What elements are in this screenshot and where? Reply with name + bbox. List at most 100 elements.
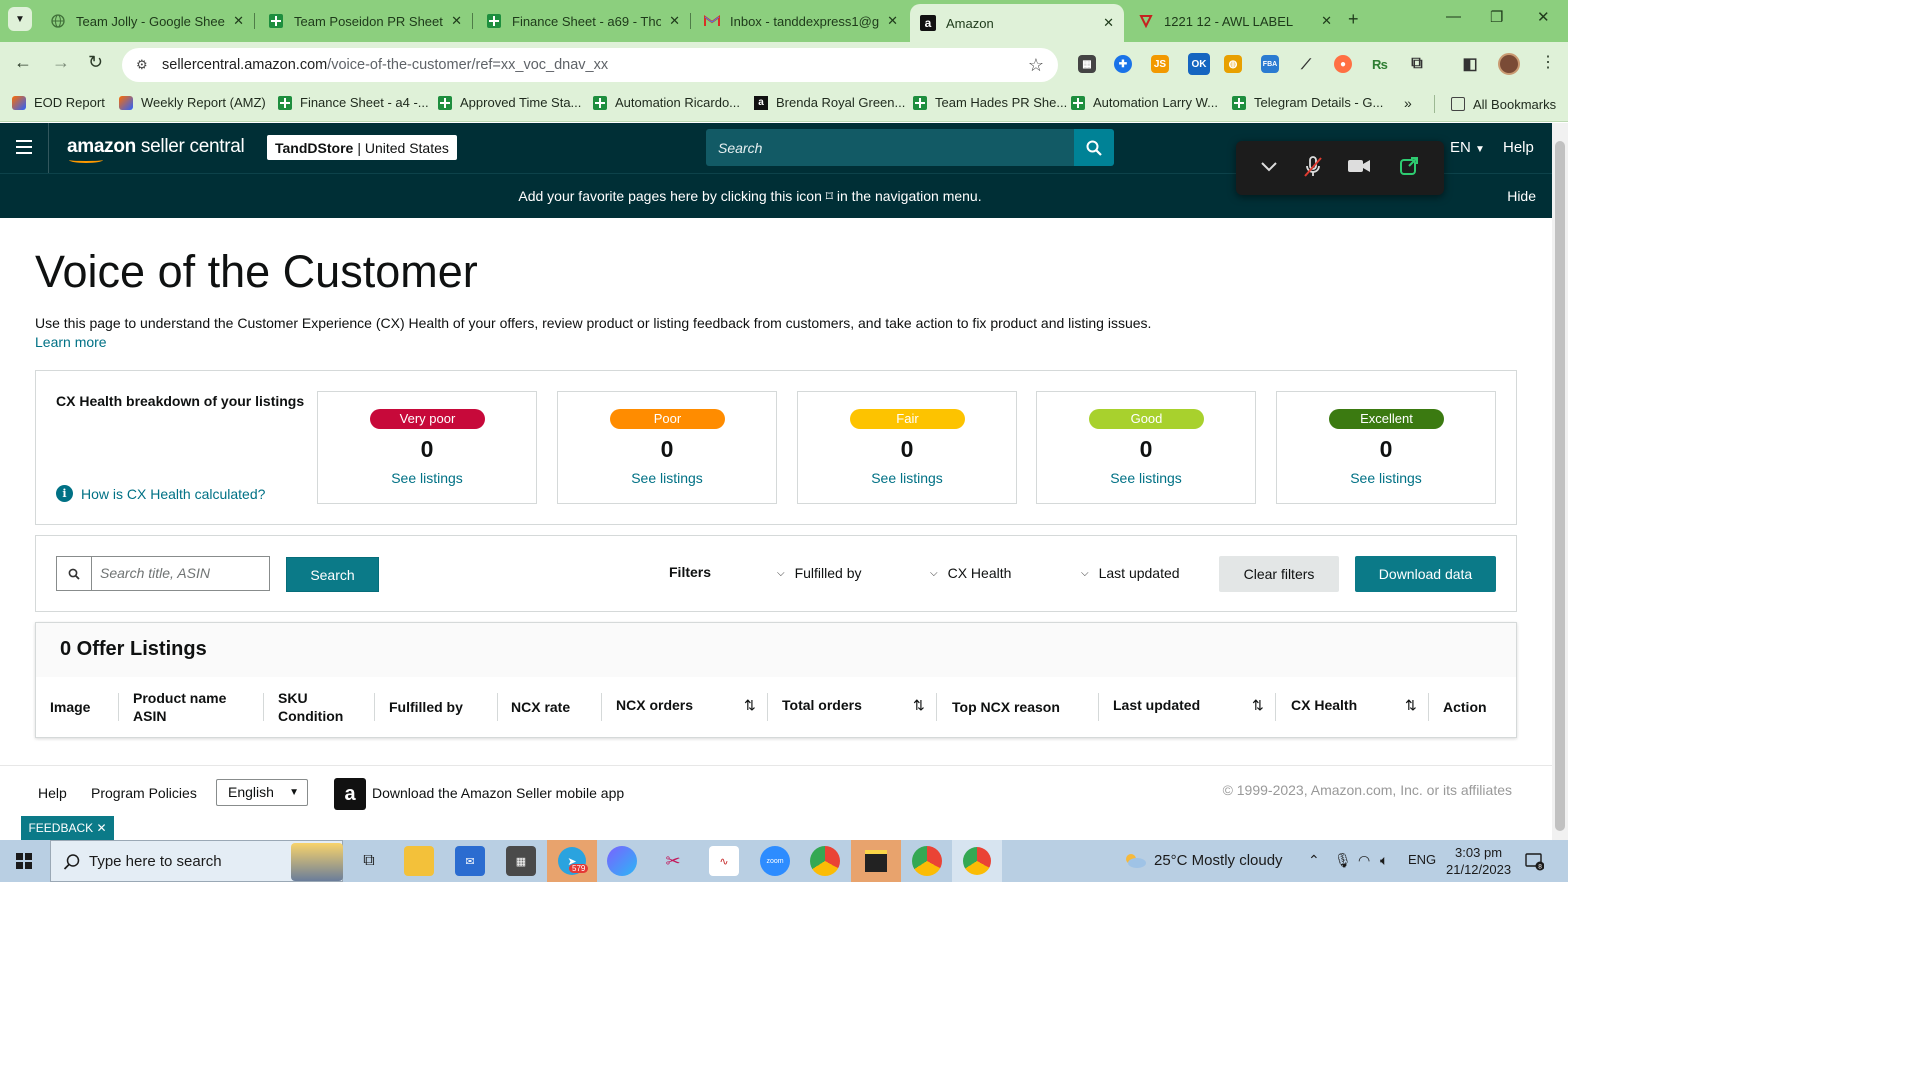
extension-icon[interactable]: ● <box>1334 55 1352 73</box>
close-icon[interactable]: ✕ <box>887 13 898 29</box>
column-header-cx-health[interactable]: CX Health <box>1291 696 1357 714</box>
learn-more-link[interactable]: Learn more <box>35 334 107 350</box>
fba-extension-icon[interactable]: FBA <box>1261 55 1279 73</box>
sort-icon[interactable]: ⇅ <box>913 697 925 714</box>
restore-icon[interactable]: ❐ <box>1490 8 1503 26</box>
see-listings-link[interactable]: See listings <box>798 470 1016 486</box>
hamburger-menu-icon[interactable] <box>16 140 32 158</box>
extension-icon[interactable]: ✚ <box>1114 55 1132 73</box>
clock[interactable]: 3:03 pm 21/12/2023 <box>1446 844 1511 878</box>
extension-icon[interactable]: ₨ <box>1371 55 1389 73</box>
avatar[interactable] <box>1498 53 1520 75</box>
bookmark-item[interactable]: Telegram Details - G... <box>1232 95 1383 110</box>
header-search-button[interactable] <box>1074 129 1114 166</box>
notification-center-icon[interactable]: 8 <box>1524 851 1545 874</box>
minimize-icon[interactable]: — <box>1446 8 1461 25</box>
close-window-icon[interactable]: ✕ <box>1537 8 1550 26</box>
see-listings-link[interactable]: See listings <box>1037 470 1255 486</box>
calculator-icon[interactable]: ▦ <box>506 846 536 876</box>
telegram-icon[interactable]: ➤ 579 <box>547 840 597 882</box>
bookmark-item[interactable]: Team Hades PR She... <box>913 95 1067 110</box>
volume-icon[interactable]: 🔈︎ <box>1380 852 1388 869</box>
chrome-active-icon[interactable] <box>952 840 1002 882</box>
file-explorer-icon[interactable] <box>404 846 434 876</box>
language-selector[interactable]: EN ▼ <box>1450 139 1485 156</box>
microphone-icon[interactable]: 🎙︎ <box>1334 852 1352 869</box>
bookmark-item[interactable]: Approved Time Sta... <box>438 95 581 110</box>
close-icon[interactable]: ✕ <box>233 13 244 29</box>
sticky-notes-icon[interactable] <box>851 840 901 882</box>
seller-central-logo[interactable]: amazon seller central <box>67 136 245 163</box>
scrollbar-thumb[interactable] <box>1555 141 1565 831</box>
input-language[interactable]: ENG <box>1408 852 1436 867</box>
store-selector[interactable]: TandDStore | United States <box>267 135 457 160</box>
bookmark-item[interactable]: Automation Ricardo... <box>593 95 740 110</box>
ok-extension-icon[interactable]: OK <box>1188 53 1210 75</box>
tab-team-poseidon[interactable]: Team Poseidon PR Sheet - ✕ <box>258 6 473 36</box>
bookmark-item[interactable]: a Brenda Royal Green... <box>754 95 905 110</box>
extension-icon[interactable]: ◍ <box>1224 55 1242 73</box>
tab-finance-sheet[interactable]: Finance Sheet - a69 - Thon ✕ <box>476 6 691 36</box>
chrome-profile-icon[interactable] <box>912 846 942 876</box>
close-icon[interactable]: ✕ <box>1321 13 1332 29</box>
bookmark-item[interactable]: Automation Larry W... <box>1071 95 1218 110</box>
footer-language-select[interactable]: English ▼ <box>216 779 308 806</box>
column-header-ncx-orders[interactable]: NCX orders <box>616 696 693 714</box>
js-extension-icon[interactable]: JS <box>1151 55 1169 73</box>
audio-app-icon[interactable]: ∿ <box>709 846 739 876</box>
extensions-puzzle-icon[interactable]: ⧉ <box>1408 55 1426 73</box>
listing-search-input[interactable]: Search title, ASIN <box>91 556 270 591</box>
search-button[interactable]: Search <box>286 557 379 592</box>
tab-awl-label[interactable]: 1221 12 - AWL LABEL ✕ <box>1128 6 1342 36</box>
extension-icon[interactable]: ⟋ <box>1297 55 1315 73</box>
new-tab-button[interactable]: + <box>1348 9 1359 30</box>
sort-icon[interactable]: ⇅ <box>1252 697 1264 714</box>
bookmark-item[interactable]: EOD Report <box>12 95 105 110</box>
close-icon[interactable]: ✕ <box>1103 15 1114 31</box>
chevron-down-icon[interactable] <box>1258 155 1280 177</box>
amazon-seller-app-icon[interactable]: a <box>334 778 366 810</box>
site-settings-icon[interactable]: ⚙ <box>136 57 152 73</box>
feedback-button[interactable]: FEEDBACK ✕ <box>21 816 114 840</box>
task-view-icon[interactable]: ⧉ <box>354 846 384 876</box>
page-scrollbar[interactable] <box>1552 123 1568 840</box>
close-icon[interactable]: ✕ <box>451 13 462 29</box>
snipping-tool-icon[interactable]: ✂ <box>658 846 688 876</box>
bookmark-item[interactable]: Finance Sheet - a4 -... <box>278 95 429 110</box>
show-hidden-icons-icon[interactable]: ⌃ <box>1308 852 1320 869</box>
header-search-input[interactable]: Search <box>706 129 1074 166</box>
side-panel-icon[interactable]: ◧ <box>1461 55 1479 73</box>
download-app-link[interactable]: Download the Amazon Seller mobile app <box>372 785 624 801</box>
sort-icon[interactable]: ⇅ <box>1405 697 1417 714</box>
tab-team-jolly[interactable]: Team Jolly - Google Sheets ✕ <box>40 6 255 36</box>
weather-icon[interactable] <box>1122 850 1148 873</box>
taskbar-search[interactable]: Type here to search <box>50 840 343 882</box>
download-data-button[interactable]: Download data <box>1355 556 1496 592</box>
close-icon[interactable]: ✕ <box>669 13 680 29</box>
tab-amazon[interactable]: a Amazon ✕ <box>910 4 1124 42</box>
cx-health-dropdown[interactable]: ⌵ CX Health <box>930 565 1011 581</box>
weather-text[interactable]: 25°C Mostly cloudy <box>1154 852 1283 869</box>
column-header-last-updated[interactable]: Last updated <box>1113 696 1200 714</box>
sort-icon[interactable]: ⇅ <box>744 697 756 714</box>
fulfilled-by-dropdown[interactable]: ⌵ Fulfilled by <box>777 565 862 581</box>
chrome-icon[interactable] <box>810 846 840 876</box>
see-listings-link[interactable]: See listings <box>558 470 776 486</box>
reload-icon[interactable]: ↻ <box>88 52 103 73</box>
copilot-icon[interactable] <box>607 846 637 876</box>
see-listings-link[interactable]: See listings <box>318 470 536 486</box>
how-cx-health-calculated-link[interactable]: i How is CX Health calculated? <box>56 485 265 502</box>
url-field[interactable]: ⚙ sellercentral.amazon.com/voice-of-the-… <box>122 48 1058 82</box>
last-updated-dropdown[interactable]: ⌵ Last updated <box>1081 565 1180 581</box>
mail-icon[interactable]: ✉ <box>455 846 485 876</box>
tab-search-dropdown[interactable]: ▼ <box>8 7 32 31</box>
zoom-icon[interactable]: zoom <box>760 846 790 876</box>
bookmark-item[interactable]: Weekly Report (AMZ) <box>119 95 266 110</box>
share-screen-icon[interactable] <box>1398 155 1420 177</box>
hide-link[interactable]: Hide <box>1507 188 1536 204</box>
windows-start-icon[interactable] <box>16 853 32 869</box>
wifi-icon[interactable]: ◠ <box>1358 852 1370 869</box>
forward-icon[interactable]: → <box>52 52 70 73</box>
help-link[interactable]: Help <box>1503 139 1534 156</box>
menu-kebab-icon[interactable]: ⋮ <box>1540 52 1556 72</box>
